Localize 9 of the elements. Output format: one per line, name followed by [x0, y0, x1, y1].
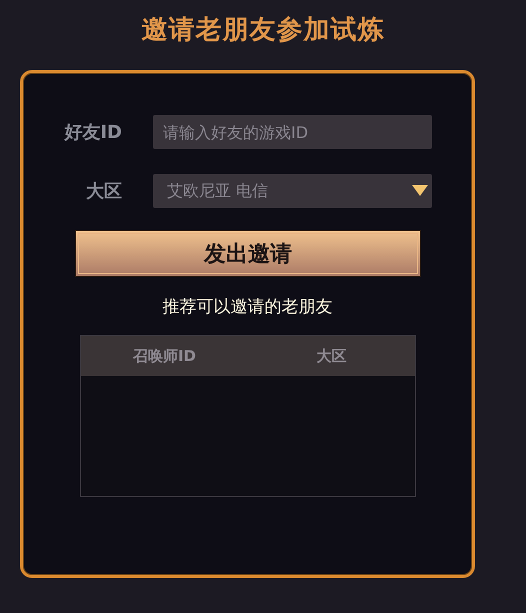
invite-button[interactable]: 发出邀请 [75, 230, 421, 277]
page-title: 邀请老朋友参加试炼 [140, 14, 386, 47]
field-label: 好友ID [63, 121, 122, 144]
input-field[interactable]: 请输入好友的游戏ID [153, 115, 432, 149]
caret-icon [412, 185, 428, 197]
field-label: 大区 [85, 180, 122, 203]
section-heading: 推荐可以邀请的老朋友 [162, 296, 334, 318]
column-header: 大区 [316, 346, 348, 366]
column-header: 召唤师ID [132, 346, 198, 366]
